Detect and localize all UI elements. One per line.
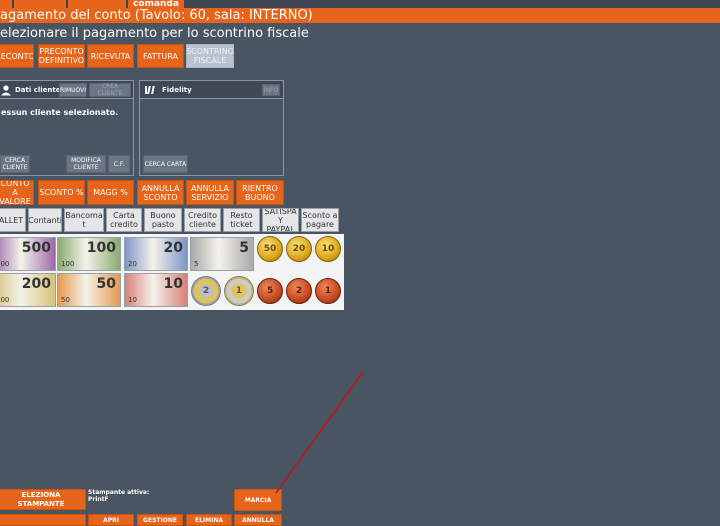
annotation-line — [275, 371, 364, 494]
annotation-arrow — [275, 371, 364, 494]
